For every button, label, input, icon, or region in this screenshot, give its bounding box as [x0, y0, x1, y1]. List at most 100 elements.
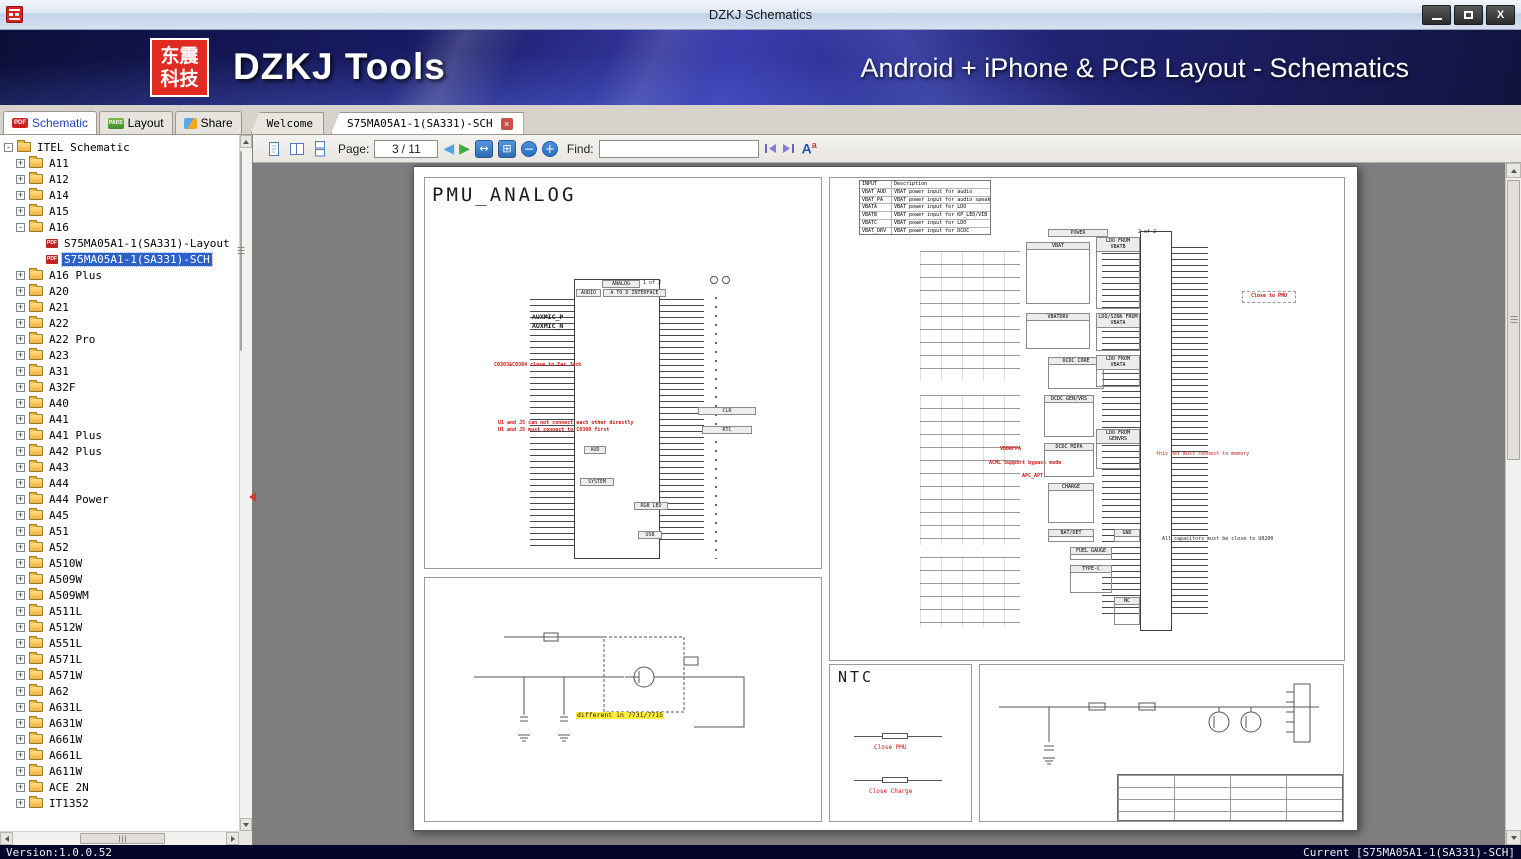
tree-scrollbar-thumb[interactable] [240, 151, 242, 351]
find-input[interactable] [598, 139, 759, 158]
tree-item-s75ma05a1-1-sa331-sch[interactable]: PDF S75MA05A1-1(SA331)-SCH [0, 251, 239, 267]
tree-item-a41[interactable]: + A41 [0, 411, 239, 427]
tree-expander-icon[interactable]: + [16, 286, 25, 296]
tree-expander-icon[interactable]: + [16, 606, 25, 616]
tree-expander-icon[interactable]: + [16, 702, 25, 712]
tree-expander-icon[interactable]: + [16, 414, 25, 424]
prev-page-button[interactable]: ◀ [443, 141, 454, 157]
tree-expander-icon[interactable]: + [16, 158, 25, 168]
tree-item-a661l[interactable]: + A661L [0, 747, 239, 763]
scroll-right-arrow[interactable] [226, 832, 239, 845]
tree-item-a511l[interactable]: + A511L [0, 603, 239, 619]
tree-item-a512w[interactable]: + A512W [0, 619, 239, 635]
viewer-vertical-scrollbar[interactable] [1505, 163, 1521, 845]
splitter-collapse-arrow[interactable] [249, 492, 256, 502]
tree-item-a62[interactable]: + A62 [0, 683, 239, 699]
tree-expander-icon[interactable]: + [16, 718, 25, 728]
tree-expander-icon[interactable]: + [16, 174, 25, 184]
font-size-icon[interactable]: Aa [802, 140, 817, 157]
tree-item-itel-schematic[interactable]: - ITEL Schematic [0, 139, 239, 155]
scroll-up-arrow[interactable] [1506, 163, 1521, 178]
tree-expander-icon[interactable]: + [16, 510, 25, 520]
page-view-single-icon[interactable] [265, 140, 283, 158]
tree-horizontal-scrollbar[interactable] [0, 831, 239, 845]
tree-item-a45[interactable]: + A45 [0, 507, 239, 523]
tree-item-a611w[interactable]: + A611W [0, 763, 239, 779]
tree-item-a22[interactable]: + A22 [0, 315, 239, 331]
fit-page-icon[interactable]: ⊞ [497, 139, 516, 158]
tree-item-a510w[interactable]: + A510W [0, 555, 239, 571]
tree-hscrollbar-thumb[interactable] [80, 833, 165, 844]
tree-item-a16-plus[interactable]: + A16 Plus [0, 267, 239, 283]
tree-item-a51[interactable]: + A51 [0, 523, 239, 539]
scroll-down-arrow[interactable] [1506, 830, 1521, 845]
tree-item-a20[interactable]: + A20 [0, 283, 239, 299]
tree-expander-icon[interactable]: + [16, 734, 25, 744]
close-button[interactable]: X [1486, 4, 1515, 25]
tree-expander-icon[interactable]: + [16, 366, 25, 376]
scroll-down-arrow[interactable] [240, 818, 252, 831]
tab-schematic[interactable]: PDF Schematic [3, 111, 98, 134]
tree-item-a571l[interactable]: + A571L [0, 651, 239, 667]
doc-tab-welcome[interactable]: Welcome [250, 112, 324, 134]
find-prev-icon[interactable] [764, 143, 777, 154]
tree-item-it1352[interactable]: + IT1352 [0, 795, 239, 811]
tree-item-a16[interactable]: - A16 [0, 219, 239, 235]
tree-expander-icon[interactable]: + [16, 766, 25, 776]
tree-expander-icon[interactable]: - [16, 222, 25, 232]
tree-item-a31[interactable]: + A31 [0, 363, 239, 379]
fit-width-icon[interactable]: ↔ [474, 139, 493, 158]
tree-item-a11[interactable]: + A11 [0, 155, 239, 171]
tree-expander-icon[interactable]: + [16, 430, 25, 440]
tab-close-icon[interactable]: × [500, 117, 513, 130]
tree-expander-icon[interactable]: + [16, 750, 25, 760]
tree-expander-icon[interactable]: + [16, 654, 25, 664]
tree-expander-icon[interactable]: + [16, 350, 25, 360]
scroll-up-arrow[interactable] [240, 135, 252, 148]
tree-expander-icon[interactable]: + [16, 318, 25, 328]
page-number-input[interactable]: 3 / 11 [374, 139, 439, 158]
tree-item-a15[interactable]: + A15 [0, 203, 239, 219]
tree-item-a22-pro[interactable]: + A22 Pro [0, 331, 239, 347]
tree-item-a42-plus[interactable]: + A42 Plus [0, 443, 239, 459]
maximize-button[interactable] [1454, 4, 1483, 25]
tree-expander-icon[interactable]: + [16, 302, 25, 312]
tree-expander-icon[interactable]: + [16, 638, 25, 648]
tree-expander-icon[interactable]: + [16, 462, 25, 472]
page-view-facing-icon[interactable] [288, 140, 306, 158]
minimize-button[interactable] [1422, 4, 1451, 25]
tree-item-a52[interactable]: + A52 [0, 539, 239, 555]
tree-expander-icon[interactable]: + [16, 798, 25, 808]
tree-item-s75ma05a1-1-sa331-layout[interactable]: PDF S75MA05A1-1(SA331)-Layout [0, 235, 239, 251]
scroll-left-arrow[interactable] [0, 832, 13, 845]
tree-item-a44-power[interactable]: + A44 Power [0, 491, 239, 507]
tree-item-a44[interactable]: + A44 [0, 475, 239, 491]
viewer-scrollbar-thumb[interactable] [1507, 180, 1520, 460]
tree-item-a661w[interactable]: + A661W [0, 731, 239, 747]
find-next-icon[interactable] [782, 143, 795, 154]
zoom-in-button[interactable]: + [541, 140, 558, 157]
tree-item-a23[interactable]: + A23 [0, 347, 239, 363]
tree-expander-icon[interactable]: + [16, 382, 25, 392]
tree-expander-icon[interactable]: + [16, 270, 25, 280]
tree-expander-icon[interactable]: + [16, 446, 25, 456]
tree-item-a571w[interactable]: + A571W [0, 667, 239, 683]
tree-expander-icon[interactable]: + [16, 206, 25, 216]
pdf-page[interactable]: PMU_ANALOG ANALOG 1 of 2 AUDIO A TO D INTERF… [413, 166, 1358, 831]
tree-item-a509w[interactable]: + A509W [0, 571, 239, 587]
tree-expander-icon[interactable]: + [16, 334, 25, 344]
tree-expander-icon[interactable]: + [16, 542, 25, 552]
tree-expander-icon[interactable]: - [4, 142, 13, 152]
tree-expander-icon[interactable]: + [16, 782, 25, 792]
tree-expander-icon[interactable]: + [16, 478, 25, 488]
pdf-viewer[interactable]: PMU_ANALOG ANALOG 1 of 2 AUDIO A TO D INTERF… [253, 163, 1521, 845]
tree-item-a12[interactable]: + A12 [0, 171, 239, 187]
tree-expander-icon[interactable]: + [16, 574, 25, 584]
page-view-continuous-icon[interactable] [311, 140, 329, 158]
tree-item-a21[interactable]: + A21 [0, 299, 239, 315]
tree-expander-icon[interactable]: + [16, 526, 25, 536]
tree-item-a43[interactable]: + A43 [0, 459, 239, 475]
zoom-out-button[interactable]: − [520, 140, 537, 157]
tree-expander-icon[interactable]: + [16, 590, 25, 600]
tree-expander-icon[interactable]: + [16, 686, 25, 696]
